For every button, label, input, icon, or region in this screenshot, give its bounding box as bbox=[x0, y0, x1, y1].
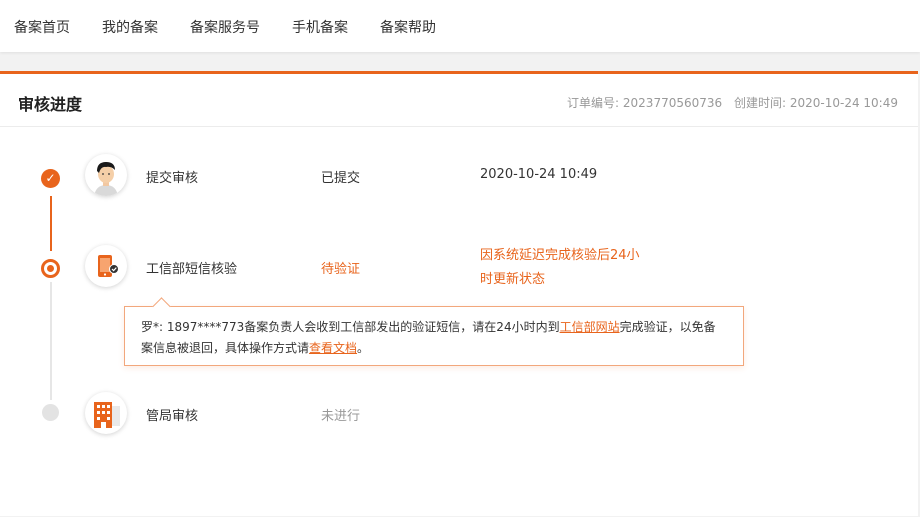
nav-item-home[interactable]: 备案首页 bbox=[14, 17, 70, 37]
nav-item-my-filings[interactable]: 我的备案 bbox=[102, 17, 158, 37]
step-status-sms-verify: 待验证 bbox=[321, 262, 361, 277]
miit-website-link[interactable]: 工信部网站 bbox=[560, 320, 620, 334]
phone-verify-icon bbox=[85, 245, 127, 287]
top-nav: 备案首页 我的备案 备案服务号 手机备案 备案帮助 bbox=[0, 0, 920, 52]
step-note-delay: 因系统延迟完成核验后24小时更新状态 bbox=[480, 248, 640, 287]
step-status-submit: 已提交 bbox=[321, 171, 361, 186]
step-name-sms-verify: 工信部短信核验 bbox=[146, 262, 238, 277]
card-header: 审核进度 订单编号: 2023770560736 创建时间: 2020-10-2… bbox=[0, 74, 918, 127]
nav-item-mobile-filing[interactable]: 手机备案 bbox=[292, 17, 348, 37]
person-avatar-icon bbox=[85, 154, 127, 196]
step-done-check-icon: ✓ bbox=[41, 169, 60, 188]
step-name-submit: 提交审核 bbox=[146, 171, 199, 186]
order-meta: 订单编号: 2023770560736 创建时间: 2020-10-24 10:… bbox=[567, 94, 898, 111]
nav-item-help[interactable]: 备案帮助 bbox=[380, 17, 436, 37]
step-status-bureau-review: 未进行 bbox=[321, 409, 361, 424]
created-time: 创建时间: 2020-10-24 10:49 bbox=[734, 96, 898, 110]
timeline-connector-done bbox=[50, 196, 52, 251]
tooltip-text-1: 罗*: 1897****773备案负责人会收到工信部发出的验证短信，请在24小时… bbox=[141, 320, 560, 334]
step-pending-indicator-icon bbox=[42, 404, 59, 421]
view-docs-link[interactable]: 查看文档 bbox=[309, 341, 357, 355]
nav-item-service-account[interactable]: 备案服务号 bbox=[190, 17, 260, 37]
step-active-indicator-icon bbox=[41, 259, 60, 278]
tooltip-text-3: 。 bbox=[357, 341, 370, 355]
review-progress-card: 审核进度 订单编号: 2023770560736 创建时间: 2020-10-2… bbox=[0, 71, 918, 516]
building-icon bbox=[85, 392, 127, 434]
step-name-bureau-review: 管局审核 bbox=[146, 409, 199, 424]
page-title: 审核进度 bbox=[18, 95, 83, 114]
order-number: 订单编号: 2023770560736 bbox=[567, 96, 723, 110]
timeline-connector-pending bbox=[50, 282, 52, 400]
sms-verify-tooltip: 罗*: 1897****773备案负责人会收到工信部发出的验证短信，请在24小时… bbox=[124, 306, 744, 366]
step-time-submit: 2020-10-24 10:49 bbox=[480, 167, 598, 182]
